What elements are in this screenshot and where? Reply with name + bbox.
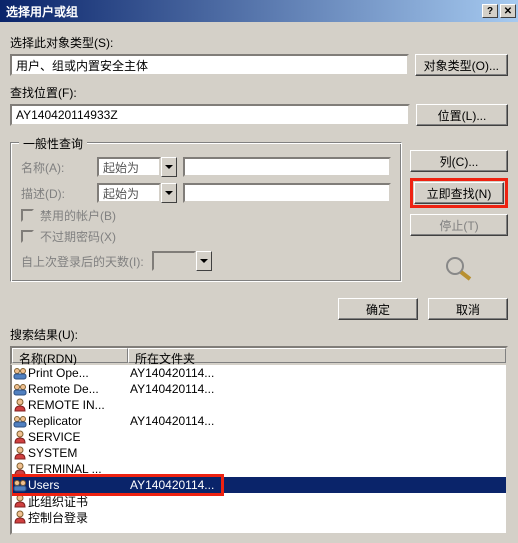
row-name: Replicator	[28, 414, 128, 428]
chevron-down-icon	[196, 251, 212, 271]
row-name: 控制台登录	[28, 509, 128, 526]
desc-operator-combo[interactable]	[97, 183, 177, 203]
results-label: 搜索结果(U):	[10, 326, 508, 343]
row-folder: AY140420114...	[128, 414, 506, 428]
row-name: SYSTEM	[28, 446, 128, 460]
group-icon	[12, 477, 28, 493]
findnow-button[interactable]: 立即查找(N)	[414, 182, 504, 204]
list-item[interactable]: Print Ope...AY140420114...	[12, 365, 506, 381]
cancel-button[interactable]: 取消	[428, 298, 508, 320]
group-icon	[12, 365, 28, 381]
row-name: REMOTE IN...	[28, 398, 128, 412]
row-name: TERMINAL ...	[28, 462, 128, 476]
dayssince-label: 自上次登录后的天数(I):	[21, 253, 144, 270]
list-item[interactable]: SYSTEM	[12, 445, 506, 461]
columns-button[interactable]: 列(C)...	[410, 150, 508, 172]
user-icon	[12, 461, 28, 477]
objecttype-label: 选择此对象类型(S):	[10, 34, 508, 51]
name-operator-combo[interactable]	[97, 157, 177, 177]
ok-button[interactable]: 确定	[338, 298, 418, 320]
name-label: 名称(A):	[21, 159, 91, 176]
highlight-findnow: 立即查找(N)	[410, 178, 508, 208]
chevron-down-icon	[161, 157, 177, 177]
list-item[interactable]: ReplicatorAY140420114...	[12, 413, 506, 429]
group-icon	[12, 413, 28, 429]
list-item[interactable]: REMOTE IN...	[12, 397, 506, 413]
window-title: 选择用户或组	[2, 3, 480, 20]
titlebar: 选择用户或组 ? ✕	[0, 0, 518, 22]
help-button[interactable]: ?	[482, 4, 498, 18]
group-icon	[12, 381, 28, 397]
groupbox-title: 一般性查询	[19, 135, 87, 152]
user-icon	[12, 509, 28, 525]
search-magnifier-icon	[443, 254, 475, 282]
location-input[interactable]	[10, 104, 410, 126]
location-button[interactable]: 位置(L)...	[416, 104, 508, 126]
objecttype-button[interactable]: 对象类型(O)...	[415, 54, 508, 76]
row-name: 此组织证书	[28, 493, 128, 510]
dayssince-combo[interactable]	[152, 251, 212, 271]
row-name: Print Ope...	[28, 366, 128, 380]
user-icon	[12, 445, 28, 461]
desc-label: 描述(D):	[21, 185, 91, 202]
row-folder: AY140420114...	[128, 478, 506, 492]
common-queries-groupbox: 一般性查询 名称(A): 描述(D): 禁用的	[10, 142, 402, 282]
list-item[interactable]: UsersAY140420114...	[12, 477, 506, 493]
row-name: SERVICE	[28, 430, 128, 444]
results-header: 名称(RDN) 所在文件夹	[10, 346, 508, 365]
list-item[interactable]: 控制台登录	[12, 509, 506, 525]
col-folder[interactable]: 所在文件夹	[128, 348, 506, 363]
list-item[interactable]: Remote De...AY140420114...	[12, 381, 506, 397]
objecttype-input[interactable]	[10, 54, 409, 76]
user-icon	[12, 397, 28, 413]
row-name: Remote De...	[28, 382, 128, 396]
close-button[interactable]: ✕	[500, 4, 516, 18]
list-item[interactable]: TERMINAL ...	[12, 461, 506, 477]
row-folder: AY140420114...	[128, 366, 506, 380]
chevron-down-icon	[161, 183, 177, 203]
row-folder: AY140420114...	[128, 382, 506, 396]
name-input[interactable]	[183, 157, 391, 177]
desc-input[interactable]	[183, 183, 391, 203]
user-icon	[12, 493, 28, 509]
neverexpire-checkbox[interactable]: 不过期密码(X)	[21, 228, 391, 245]
list-item[interactable]: SERVICE	[12, 429, 506, 445]
col-name[interactable]: 名称(RDN)	[12, 348, 128, 363]
stop-button[interactable]: 停止(T)	[410, 214, 508, 236]
location-label: 查找位置(F):	[10, 84, 508, 101]
user-icon	[12, 429, 28, 445]
results-list[interactable]: Print Ope...AY140420114...Remote De...AY…	[10, 365, 508, 535]
list-item[interactable]: 此组织证书	[12, 493, 506, 509]
row-name: Users	[28, 478, 128, 492]
disabled-accounts-checkbox[interactable]: 禁用的帐户(B)	[21, 207, 391, 224]
